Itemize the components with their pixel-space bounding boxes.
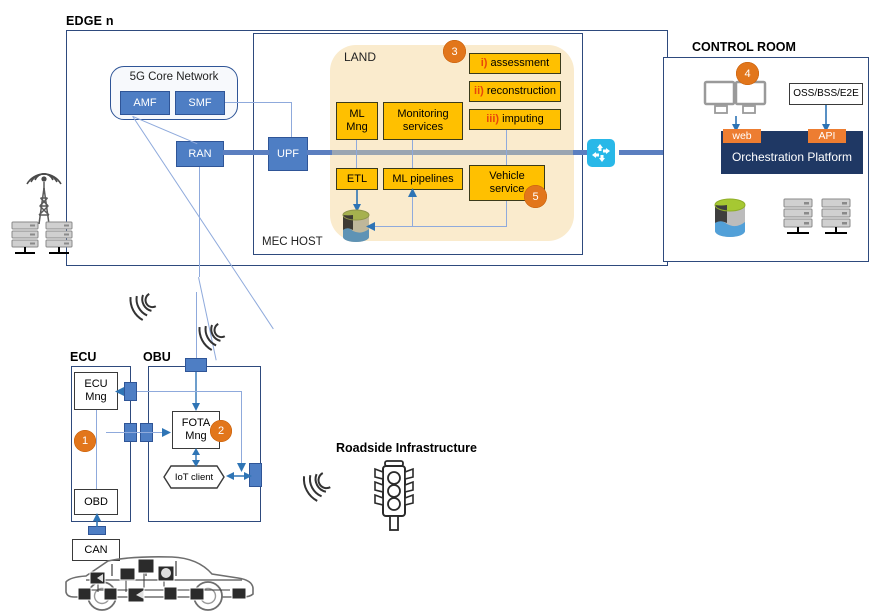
upf-box[interactable]: UPF <box>268 137 308 171</box>
ml-mng-label: ML Mng <box>346 108 368 133</box>
edge-servers-icon <box>11 221 73 254</box>
assessment-label: assessment <box>487 57 550 70</box>
ml-mng-down <box>356 140 357 168</box>
obu-label: OBU <box>143 350 171 364</box>
fota-in-arrow <box>162 428 171 437</box>
ml-pipelines-label: ML pipelines <box>392 172 454 185</box>
web-tag-label: web <box>732 130 752 142</box>
backbone-ran-upf <box>223 150 269 155</box>
obd-box[interactable]: OBD <box>74 489 118 515</box>
land-label: LAND <box>344 50 377 64</box>
badge-5: 5 <box>524 185 547 208</box>
api-tag[interactable]: API <box>808 129 846 143</box>
badge-4-number: 4 <box>744 67 751 80</box>
badge-2: 2 <box>210 420 232 442</box>
obu-right-vertical <box>241 391 242 467</box>
ran-box[interactable]: RAN <box>176 141 224 167</box>
wireless-signal-icon-left <box>129 293 157 321</box>
switch-icon-edge[interactable] <box>587 139 615 167</box>
badge-2-number: 2 <box>217 425 225 437</box>
api-tag-label: API <box>818 130 836 142</box>
obu-antenna-connector[interactable] <box>185 358 207 372</box>
upf-label: UPF <box>277 147 299 160</box>
etl-box[interactable]: ETL <box>336 168 378 190</box>
monitors-icon <box>703 80 767 114</box>
reconstruction-label: reconstruction <box>483 85 556 98</box>
iot-client-label: IoT client <box>174 471 214 483</box>
smf-link-horizontal <box>225 102 292 103</box>
badge-5-number: 5 <box>532 190 539 203</box>
wireless-signal-icon-right <box>198 323 226 351</box>
imputing-box[interactable]: iii) imputing <box>469 109 561 130</box>
monitoring-services-label: Monitoring services <box>397 108 449 133</box>
ecu-to-fota-line <box>106 432 164 433</box>
traffic-light-icon <box>374 460 414 531</box>
reconstruction-numeral: ii) <box>474 85 484 98</box>
ml-pipelines-up-arrow <box>408 188 417 197</box>
control-room-label: CONTROL ROOM <box>692 40 796 54</box>
monitoring-services-box[interactable]: Monitoring services <box>383 102 463 140</box>
ecu-can-connector <box>88 526 106 535</box>
orchestration-platform-label: Orchestration Platform <box>731 150 853 164</box>
obd-label: OBD <box>84 495 108 508</box>
control-room-servers-icon <box>783 198 851 234</box>
vehicle-service-to-db <box>372 226 506 227</box>
backbone-upf-land <box>307 150 333 155</box>
db-inflow-arrow <box>366 222 375 231</box>
can-to-obd-arrow <box>93 513 101 527</box>
badge-1-number: 1 <box>81 435 89 447</box>
vehicle-service-down <box>506 201 507 227</box>
imputing-label: imputing <box>499 113 544 126</box>
ecu-mng-box[interactable]: ECU Mng <box>74 372 118 410</box>
control-room-database-icon <box>714 198 746 237</box>
backbone-land-span <box>332 150 574 155</box>
fota-mng-label: FOTA Mng <box>181 417 211 442</box>
oss-bss-e2e-label: OSS/BSS/E2E <box>793 88 859 100</box>
ecu-mng-in-arrow <box>115 387 124 396</box>
badge-4: 4 <box>736 62 759 85</box>
edge-region-label: EDGE n <box>66 14 114 28</box>
vehicle-service-label: Vehicle service <box>489 170 525 195</box>
ran-label: RAN <box>188 147 212 160</box>
cell-tower-icon <box>26 173 62 225</box>
ecu-mng-to-obd-line <box>96 410 97 489</box>
smf-box[interactable]: SMF <box>175 91 225 115</box>
ran-down-line <box>199 167 200 277</box>
imputing-down <box>506 130 507 165</box>
fota-iot-arrow <box>192 448 200 467</box>
monitoring-down <box>412 140 413 168</box>
iot-client-node[interactable]: IoT client <box>163 465 225 489</box>
badge-1: 1 <box>74 430 96 452</box>
imputing-numeral: iii) <box>486 113 500 126</box>
etl-label: ETL <box>346 172 368 185</box>
amf-label: AMF <box>133 96 157 109</box>
antenna-to-fota-arrow <box>192 372 200 411</box>
web-tag[interactable]: web <box>723 129 761 143</box>
ecu-label: ECU <box>70 350 97 364</box>
ml-mng-box[interactable]: ML Mng <box>336 102 378 140</box>
obu-to-ecu-mng-line <box>137 391 242 392</box>
roadside-wireless-icon <box>302 472 331 502</box>
badge-3: 3 <box>443 40 466 63</box>
badge-3-number: 3 <box>451 45 458 58</box>
reconstruction-box[interactable]: ii) reconstruction <box>469 81 561 102</box>
car-illustration <box>65 556 254 611</box>
iot-to-connector-arrow <box>226 472 252 480</box>
core-network-title: 5G Core Network <box>129 71 219 83</box>
ml-pipelines-box[interactable]: ML pipelines <box>383 168 463 190</box>
ecu-mng-label: ECU Mng <box>84 378 108 403</box>
oss-bss-e2e-box[interactable]: OSS/BSS/E2E <box>789 83 863 105</box>
assessment-box[interactable]: i) assessment <box>469 53 561 74</box>
roadside-label: Roadside Infrastructure <box>336 441 478 455</box>
uplink-line-to-antenna <box>196 292 197 358</box>
amf-box[interactable]: AMF <box>120 91 170 115</box>
smf-label: SMF <box>188 96 212 109</box>
mec-host-label: MEC HOST <box>262 236 323 248</box>
